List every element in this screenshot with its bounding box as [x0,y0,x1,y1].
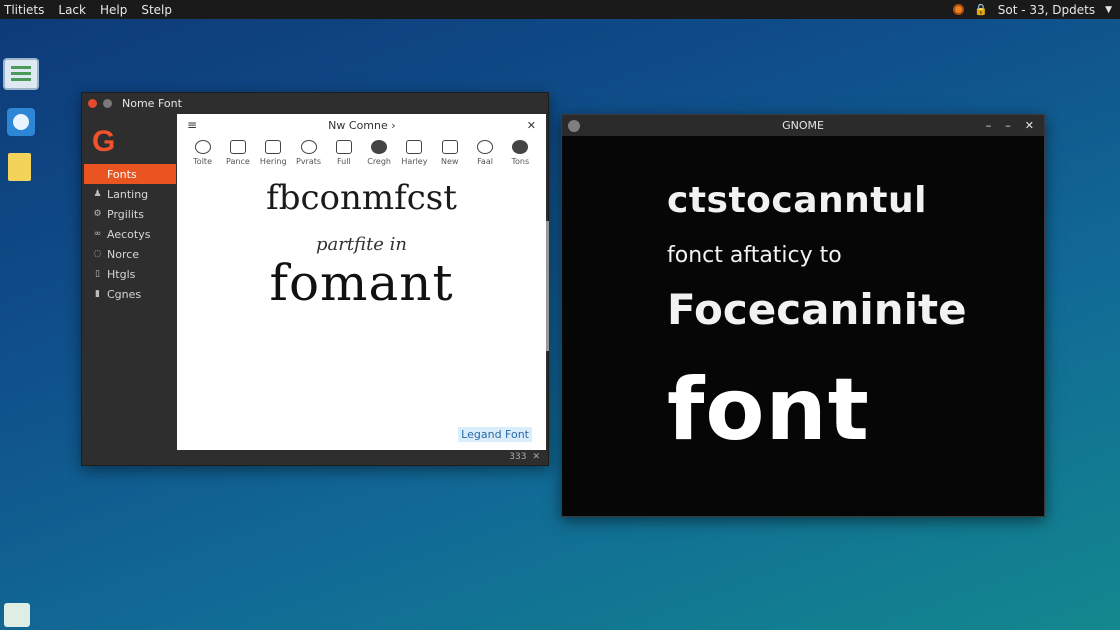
keyboard-icon [265,140,282,154]
bulb-icon: ◌ [93,249,102,259]
app-indicator-icon[interactable] [953,4,965,15]
sidebar-item-label: Cgnes [107,287,142,301]
preview-text-line-3: fomant [269,254,454,312]
mail-icon [229,140,246,154]
tool-button-4[interactable]: Pvrats [292,140,326,166]
tool-button-2[interactable]: Pance [221,140,255,166]
chevron-down-icon[interactable]: ▼ [1105,5,1112,15]
sidebar-item-4[interactable]: ∞ Aecotys [84,224,176,244]
tool-label: Faal [477,157,493,166]
tool-button-5[interactable]: Full [327,140,361,166]
document-toolbar: Tolte Pance Hering Pvrats Full Cregh Har… [177,140,546,166]
link-icon: ∞ [93,229,102,239]
preview-text-line-1: fbconmfcst [266,178,457,218]
sidebar-item-3[interactable]: ⚙ Prgilits [84,204,176,224]
close-icon[interactable]: ✕ [532,452,540,462]
menu-item-help[interactable]: Help [100,3,127,17]
window-statusbar: 333 ✕ [82,449,548,465]
search-icon [477,140,494,154]
door-icon: ▯ [95,269,100,279]
menu-item-2[interactable]: Lack [58,3,86,17]
system-tray: 🔒 Sot - 33, Dpdets ▼ [953,3,1112,17]
sidebar-item-7[interactable]: ▮ Cgnes [84,284,176,304]
tool-button-10[interactable]: Tons [503,140,537,166]
close-icon[interactable]: ✕ [527,119,536,132]
preview-text-line-3: Focecaninite [667,285,967,334]
sidebar-item-label: Fonts [107,167,137,181]
sidebar-item-label: Aecotys [107,227,151,241]
sidebar-item-2[interactable]: ♟ Lanting [84,184,176,204]
minimize-window-button[interactable] [103,98,112,108]
window-controls: – – ✕ [986,119,1034,132]
user-icon [512,140,529,154]
envelope-icon [441,140,458,154]
tool-label: Harley [401,157,428,166]
document-scrollbar[interactable] [546,221,549,351]
tool-label: Tons [511,157,530,166]
restore-icon[interactable]: – [1005,119,1011,132]
minimize-icon[interactable]: – [986,119,992,132]
show-apps-icon[interactable] [4,603,30,627]
sidebar-item-fonts[interactable]: Fonts [84,164,176,184]
gnome-preview-window: GNOME – – ✕ ctstocanntul fonct aftaticy … [561,114,1045,517]
person-icon: ♟ [93,189,102,199]
pencil-icon [406,140,423,154]
legend-font-label[interactable]: Legand Font [458,427,532,442]
tool-label: Hering [259,157,287,166]
preview-text-line-2: partfite in [315,234,408,255]
document-title[interactable]: Nw Comne › [328,119,396,132]
gear-icon: ⚙ [93,209,102,219]
preview-text-line-2: fonct aftaticy to [667,243,842,268]
tool-label: Cregh [367,157,392,166]
sidebar-item-5[interactable]: ◌ Norce [84,244,176,264]
tool-button-8[interactable]: New [433,140,467,166]
menu-item-4[interactable]: Stelp [141,3,172,17]
sidebar-nav: Fonts ♟ Lanting ⚙ Prgilits ∞ Aecotys ◌ N… [84,164,176,304]
tool-button-6[interactable]: Cregh [362,140,396,166]
tray-status-text[interactable]: Sot - 33, Dpdets [998,3,1095,17]
window-titlebar[interactable]: Nome Font [82,93,548,113]
tool-label: New [440,157,459,166]
sidebar-item-label: Htgls [107,267,136,281]
font-preview-document[interactable]: ≡ Nw Comne › ✕ Tolte Pance Hering Pvrats… [177,114,546,450]
sidebar-item-label: Prgilits [107,207,144,221]
tool-label: Pance [226,157,250,166]
sidebar: G Fonts ♟ Lanting ⚙ Prgilits ∞ Aecotys ◌… [82,113,176,465]
tool-label: Full [336,157,351,166]
notes-app-icon[interactable] [8,153,31,181]
tool-label: Pvrats [296,157,322,166]
tool-button-9[interactable]: Faal [468,140,502,166]
globe-icon [371,140,388,154]
lock-icon[interactable]: 🔒 [974,3,988,16]
menu-bar: Tlitiets Lack Help Stelp [4,3,172,17]
window-titlebar[interactable]: GNOME – – ✕ [562,115,1044,136]
preview-text-line-1: ctstocanntul [667,180,927,221]
spreadsheet-app-icon[interactable] [3,58,39,90]
document-header: ≡ Nw Comne › ✕ [177,114,546,136]
close-window-button[interactable] [88,98,97,108]
tool-label: Tolte [193,157,212,166]
home-icon [194,140,211,154]
clock-app-icon[interactable] [7,108,35,136]
clock-icon [300,140,317,154]
close-icon[interactable]: ✕ [1025,119,1034,132]
sidebar-item-6[interactable]: ▯ Htgls [84,264,176,284]
font-manager-window: Nome Font G Fonts ♟ Lanting ⚙ Prgilits ∞… [81,92,549,466]
tool-button-3[interactable]: Hering [256,140,290,166]
document-title-text: Nw Comne [328,118,388,132]
document-icon [335,140,352,154]
hamburger-menu-icon[interactable]: ≡ [187,118,197,132]
sidebar-item-label: Lanting [107,187,149,201]
tool-button-1[interactable]: Tolte [186,140,220,166]
preview-text-line-4: font [667,360,870,460]
window-title: GNOME [782,119,824,132]
menu-item-1[interactable]: Tlitiets [4,3,44,17]
sidebar-item-label: Norce [107,247,140,261]
tool-button-7[interactable]: Harley [397,140,431,166]
app-logo: G [92,125,116,158]
folder-icon: ▮ [95,289,100,299]
window-title: Nome Font [122,96,182,110]
top-panel: Tlitiets Lack Help Stelp 🔒 Sot - 33, Dpd… [0,0,1120,19]
status-value: 333 [509,452,527,462]
